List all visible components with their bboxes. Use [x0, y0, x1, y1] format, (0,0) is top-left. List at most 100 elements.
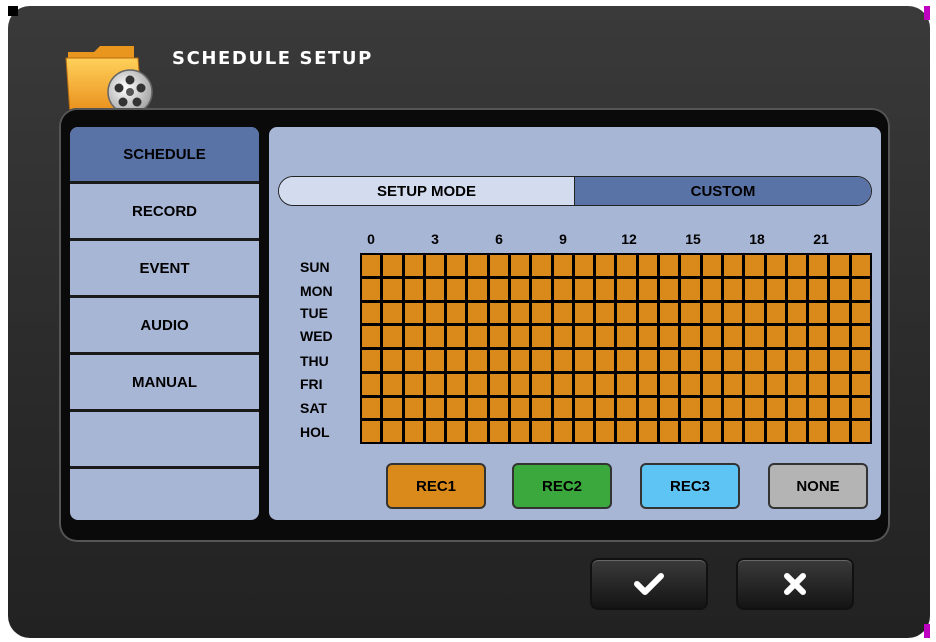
schedule-cell[interactable] [851, 421, 870, 442]
schedule-cell[interactable] [362, 373, 381, 395]
schedule-cell[interactable] [574, 255, 594, 276]
schedule-cell[interactable] [596, 278, 615, 300]
schedule-cell[interactable] [766, 397, 785, 419]
schedule-cell[interactable] [617, 397, 636, 419]
schedule-cell[interactable] [660, 397, 679, 419]
schedule-cell[interactable] [851, 350, 870, 371]
schedule-cell[interactable] [617, 302, 636, 324]
schedule-cell[interactable] [425, 255, 445, 276]
schedule-cell[interactable] [681, 326, 700, 347]
schedule-cell[interactable] [383, 255, 402, 276]
schedule-cell[interactable] [425, 421, 445, 442]
schedule-cell[interactable] [660, 421, 679, 442]
schedule-cell[interactable] [489, 278, 509, 300]
schedule-cell[interactable] [681, 421, 700, 442]
schedule-cell[interactable] [447, 350, 466, 371]
sidebar-item-record[interactable]: RECORD [70, 184, 259, 241]
schedule-cell[interactable] [851, 397, 870, 419]
schedule-cell[interactable] [638, 350, 658, 371]
schedule-cell[interactable] [830, 302, 849, 324]
schedule-cell[interactable] [447, 255, 466, 276]
schedule-cell[interactable] [362, 326, 381, 347]
schedule-cell[interactable] [425, 302, 445, 324]
schedule-cell[interactable] [574, 326, 594, 347]
schedule-cell[interactable] [766, 421, 785, 442]
schedule-cell[interactable] [809, 373, 828, 395]
schedule-cell[interactable] [511, 350, 530, 371]
schedule-cell[interactable] [809, 255, 828, 276]
schedule-cell[interactable] [489, 421, 509, 442]
schedule-cell[interactable] [787, 421, 807, 442]
setup-mode-selector[interactable]: SETUP MODE CUSTOM [278, 176, 872, 206]
schedule-cell[interactable] [447, 326, 466, 347]
schedule-cell[interactable] [447, 373, 466, 395]
schedule-cell[interactable] [787, 302, 807, 324]
schedule-cell[interactable] [596, 373, 615, 395]
schedule-cell[interactable] [425, 278, 445, 300]
schedule-cell[interactable] [447, 421, 466, 442]
schedule-cell[interactable] [468, 397, 487, 419]
schedule-cell[interactable] [851, 326, 870, 347]
schedule-cell[interactable] [489, 373, 509, 395]
schedule-cell[interactable] [787, 255, 807, 276]
schedule-cell[interactable] [809, 421, 828, 442]
schedule-cell[interactable] [574, 397, 594, 419]
schedule-cell[interactable] [638, 278, 658, 300]
schedule-cell[interactable] [362, 302, 381, 324]
schedule-cell[interactable] [809, 278, 828, 300]
schedule-cell[interactable] [404, 255, 423, 276]
schedule-cell[interactable] [702, 302, 721, 324]
schedule-cell[interactable] [830, 326, 849, 347]
schedule-cell[interactable] [702, 350, 721, 371]
schedule-cell[interactable] [638, 326, 658, 347]
schedule-cell[interactable] [723, 397, 743, 419]
schedule-cell[interactable] [787, 278, 807, 300]
schedule-cell[interactable] [489, 255, 509, 276]
setup-mode-value[interactable]: CUSTOM [575, 177, 871, 205]
schedule-cell[interactable] [404, 302, 423, 324]
schedule-cell[interactable] [723, 278, 743, 300]
schedule-cell[interactable] [447, 397, 466, 419]
schedule-cell[interactable] [404, 326, 423, 347]
schedule-cell[interactable] [723, 421, 743, 442]
schedule-cell[interactable] [362, 397, 381, 419]
schedule-cell[interactable] [489, 326, 509, 347]
schedule-cell[interactable] [723, 373, 743, 395]
schedule-cell[interactable] [681, 373, 700, 395]
schedule-cell[interactable] [511, 421, 530, 442]
schedule-cell[interactable] [404, 421, 423, 442]
schedule-cell[interactable] [745, 255, 764, 276]
schedule-cell[interactable] [617, 373, 636, 395]
schedule-cell[interactable] [596, 326, 615, 347]
schedule-cell[interactable] [596, 397, 615, 419]
schedule-cell[interactable] [809, 302, 828, 324]
schedule-cell[interactable] [362, 255, 381, 276]
schedule-cell[interactable] [383, 278, 402, 300]
schedule-cell[interactable] [553, 326, 572, 347]
schedule-cell[interactable] [830, 397, 849, 419]
schedule-cell[interactable] [532, 397, 551, 419]
schedule-cell[interactable] [638, 421, 658, 442]
schedule-cell[interactable] [830, 350, 849, 371]
schedule-cell[interactable] [425, 350, 445, 371]
schedule-cell[interactable] [745, 302, 764, 324]
schedule-cell[interactable] [617, 421, 636, 442]
schedule-cell[interactable] [702, 421, 721, 442]
schedule-cell[interactable] [511, 302, 530, 324]
schedule-cell[interactable] [723, 302, 743, 324]
schedule-cell[interactable] [511, 255, 530, 276]
sidebar-item-audio[interactable]: AUDIO [70, 298, 259, 355]
schedule-cell[interactable] [660, 326, 679, 347]
schedule-cell[interactable] [383, 421, 402, 442]
schedule-cell[interactable] [532, 373, 551, 395]
schedule-cell[interactable] [702, 397, 721, 419]
schedule-cell[interactable] [809, 326, 828, 347]
schedule-cell[interactable] [660, 302, 679, 324]
schedule-cell[interactable] [404, 397, 423, 419]
schedule-cell[interactable] [660, 350, 679, 371]
schedule-cell[interactable] [766, 350, 785, 371]
schedule-cell[interactable] [723, 350, 743, 371]
schedule-cell[interactable] [830, 373, 849, 395]
schedule-cell[interactable] [745, 397, 764, 419]
sidebar-item-event[interactable]: EVENT [70, 241, 259, 298]
